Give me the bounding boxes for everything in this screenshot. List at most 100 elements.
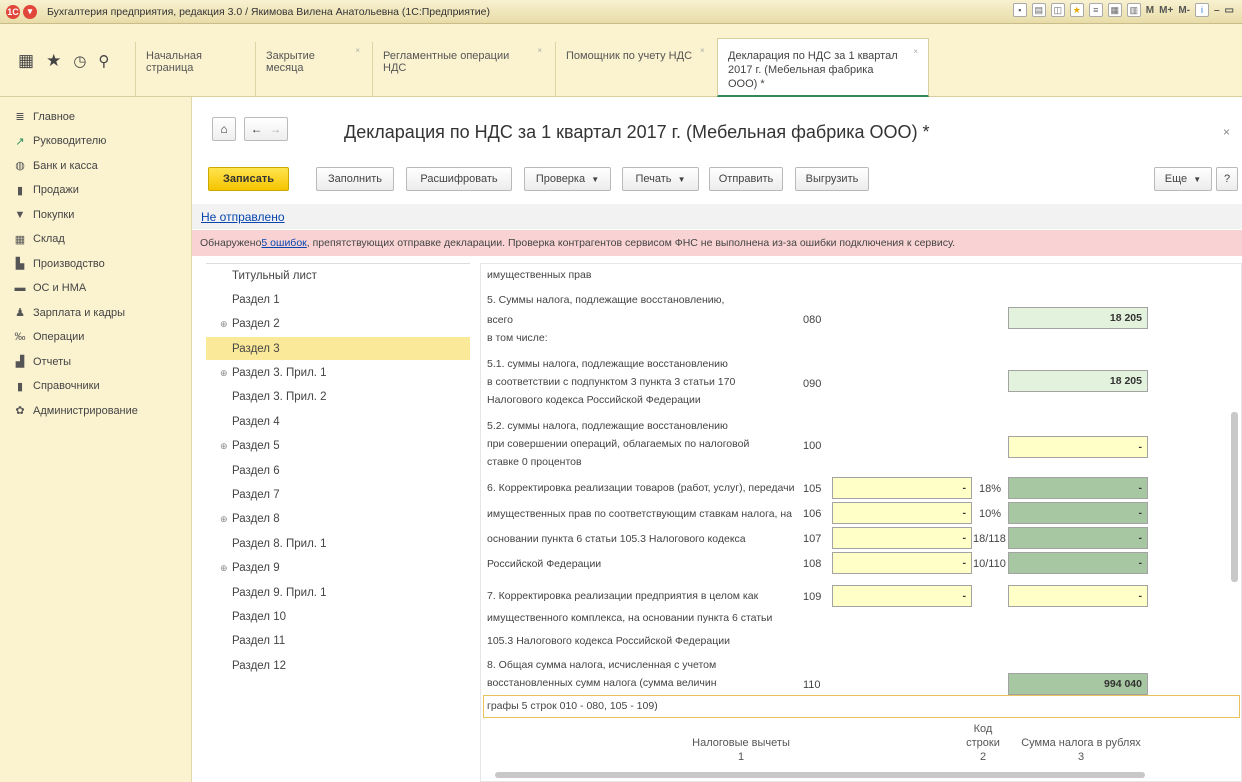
field-080[interactable]: 18 205 bbox=[1008, 307, 1148, 329]
close-icon[interactable]: × bbox=[913, 45, 918, 59]
sidebar-item-production[interactable]: ▙ Производство bbox=[0, 252, 191, 275]
calculator-icon[interactable]: ▥ bbox=[1126, 3, 1141, 17]
sidebar-item-operations[interactable]: ‰ Операции bbox=[0, 326, 191, 349]
memory-button[interactable]: M bbox=[1146, 5, 1154, 16]
field-090[interactable]: 18 205 bbox=[1008, 370, 1148, 392]
tree-item-section-6[interactable]: Раздел 6 bbox=[206, 459, 470, 482]
save-icon[interactable]: ▪ bbox=[1012, 3, 1027, 17]
print-icon[interactable]: ▤ bbox=[1031, 3, 1046, 17]
calendar-icon[interactable]: ▦ bbox=[1107, 3, 1122, 17]
sidebar-item-references[interactable]: ▮ Справочники bbox=[0, 375, 191, 398]
document-header: ⌂ ← → Декларация по НДС за 1 квартал 201… bbox=[192, 97, 1242, 159]
minimize-button[interactable]: – bbox=[1214, 5, 1220, 16]
tree-item-section-5[interactable]: ⊕ Раздел 5 bbox=[206, 435, 470, 458]
dropdown-arrow-icon: ▼ bbox=[591, 174, 600, 184]
upload-button[interactable]: Выгрузить bbox=[795, 167, 869, 191]
field-109-tax[interactable]: - bbox=[1008, 585, 1148, 607]
back-button[interactable]: ← bbox=[251, 122, 263, 136]
preview-icon[interactable]: ◫ bbox=[1050, 3, 1065, 17]
app-logo-icon[interactable]: 1С bbox=[6, 4, 20, 19]
close-icon[interactable]: × bbox=[700, 46, 705, 55]
sidebar-item-purchases[interactable]: ▼ Покупки bbox=[0, 203, 191, 226]
tree-item-section-3-app-1[interactable]: ⊕ Раздел 3. Прил. 1 bbox=[206, 362, 470, 385]
send-button[interactable]: Отправить bbox=[709, 167, 783, 191]
tree-item-section-9[interactable]: ⊕ Раздел 9 bbox=[206, 557, 470, 580]
vertical-scrollbar[interactable] bbox=[1231, 412, 1238, 582]
expand-icon[interactable]: ⊕ bbox=[220, 319, 228, 330]
tree-item-section-11[interactable]: Раздел 11 bbox=[206, 630, 470, 653]
tree-item-section-10[interactable]: Раздел 10 bbox=[206, 605, 470, 628]
horizontal-scrollbar[interactable] bbox=[495, 772, 1145, 778]
tab-home[interactable]: Начальная страница bbox=[135, 42, 245, 96]
field-108-tax[interactable]: - bbox=[1008, 552, 1148, 574]
history-icon[interactable]: ≡ bbox=[1088, 3, 1103, 17]
field-105-base[interactable]: - bbox=[832, 477, 972, 499]
tab-vat-declaration[interactable]: Декларация по НДС за 1 квартал 2017 г. (… bbox=[717, 38, 929, 97]
search-icon[interactable]: ⚲ bbox=[98, 52, 109, 70]
favorite-icon[interactable]: ★ bbox=[1069, 3, 1084, 17]
chart-line-icon: ↗ bbox=[15, 135, 25, 148]
sidebar-item-warehouse[interactable]: ▦ Склад bbox=[0, 228, 191, 251]
field-107-tax[interactable]: - bbox=[1008, 527, 1148, 549]
close-icon[interactable]: × bbox=[355, 46, 360, 55]
line-code: 106 bbox=[803, 508, 822, 520]
apps-grid-icon[interactable]: ▦ bbox=[18, 51, 34, 71]
check-button[interactable]: Проверка ▼ bbox=[524, 167, 611, 191]
tree-item-section-2[interactable]: ⊕ Раздел 2 bbox=[206, 313, 470, 336]
field-105-tax[interactable]: - bbox=[1008, 477, 1148, 499]
field-108-base[interactable]: - bbox=[832, 552, 972, 574]
close-icon[interactable]: × bbox=[537, 46, 542, 55]
tree-item-section-12[interactable]: Раздел 12 bbox=[206, 654, 470, 677]
field-109-base[interactable]: - bbox=[832, 585, 972, 607]
field-100[interactable]: - bbox=[1008, 436, 1148, 458]
help-button[interactable]: ? bbox=[1216, 167, 1238, 191]
memory-plus-button[interactable]: M+ bbox=[1159, 5, 1173, 16]
tree-item-section-4[interactable]: Раздел 4 bbox=[206, 410, 470, 433]
expand-icon[interactable]: ⊕ bbox=[220, 441, 228, 452]
sidebar-item-director[interactable]: ↗ Руководителю bbox=[0, 130, 191, 153]
memory-minus-button[interactable]: M- bbox=[1178, 5, 1190, 16]
expand-icon[interactable]: ⊕ bbox=[220, 563, 228, 574]
errors-link[interactable]: 5 ошибок bbox=[261, 237, 306, 249]
fill-button[interactable]: Заполнить bbox=[316, 167, 394, 191]
history-icon[interactable]: ◷ bbox=[73, 52, 86, 70]
expand-icon[interactable]: ⊕ bbox=[220, 368, 228, 379]
field-106-tax[interactable]: - bbox=[1008, 502, 1148, 524]
sidebar-item-main[interactable]: ≣ Главное bbox=[0, 105, 191, 128]
tree-item-section-1[interactable]: Раздел 1 bbox=[206, 288, 470, 311]
field-106-base[interactable]: - bbox=[832, 502, 972, 524]
more-button[interactable]: Еще ▼ bbox=[1154, 167, 1212, 191]
tab-month-close[interactable]: Закрытие месяца × bbox=[255, 42, 370, 96]
form-text: восстановленных сумм налога (сумма велич… bbox=[487, 677, 717, 689]
decode-button[interactable]: Расшифровать bbox=[406, 167, 512, 191]
favorites-star-icon[interactable]: ★ bbox=[46, 51, 61, 71]
tab-label: Начальная страница bbox=[146, 50, 202, 74]
tree-item-section-9-app-1[interactable]: Раздел 9. Прил. 1 bbox=[206, 581, 470, 604]
print-button[interactable]: Печать ▼ bbox=[622, 167, 699, 191]
tree-item-section-3[interactable]: Раздел 3 bbox=[206, 337, 470, 361]
sidebar-item-assets[interactable]: ▬ ОС и НМА bbox=[0, 277, 191, 300]
restore-button[interactable]: ▭ bbox=[1225, 5, 1234, 16]
forward-button[interactable]: → bbox=[269, 122, 281, 136]
tree-item-section-8-app-1[interactable]: Раздел 8. Прил. 1 bbox=[206, 532, 470, 555]
home-button[interactable]: ⌂ bbox=[212, 117, 236, 141]
status-link[interactable]: Не отправлено bbox=[201, 210, 285, 224]
close-icon[interactable]: × bbox=[1223, 125, 1230, 139]
info-icon[interactable]: i bbox=[1194, 3, 1209, 17]
sidebar-item-sales[interactable]: ▮ Продажи bbox=[0, 179, 191, 202]
tree-item-title-page[interactable]: Титульный лист bbox=[206, 264, 470, 287]
sidebar-item-salary[interactable]: ♟ Зарплата и кадры bbox=[0, 301, 191, 324]
sidebar-item-admin[interactable]: ✿ Администрирование bbox=[0, 399, 191, 422]
sidebar-item-reports[interactable]: ▟ Отчеты bbox=[0, 350, 191, 373]
field-110[interactable]: 994 040 bbox=[1008, 673, 1148, 695]
sidebar-item-bank[interactable]: ◍ Банк и касса bbox=[0, 154, 191, 177]
save-button[interactable]: Записать bbox=[208, 167, 289, 191]
expand-icon[interactable]: ⊕ bbox=[220, 514, 228, 525]
tree-item-section-7[interactable]: Раздел 7 bbox=[206, 484, 470, 507]
tree-item-section-8[interactable]: ⊕ Раздел 8 bbox=[206, 508, 470, 531]
tab-vat-operations[interactable]: Регламентные операции НДС × bbox=[372, 42, 552, 96]
tab-vat-assistant[interactable]: Помощник по учету НДС × bbox=[555, 42, 715, 96]
field-107-base[interactable]: - bbox=[832, 527, 972, 549]
app-menu-icon[interactable]: ▾ bbox=[23, 4, 37, 19]
tree-item-section-3-app-2[interactable]: Раздел 3. Прил. 2 bbox=[206, 386, 470, 409]
